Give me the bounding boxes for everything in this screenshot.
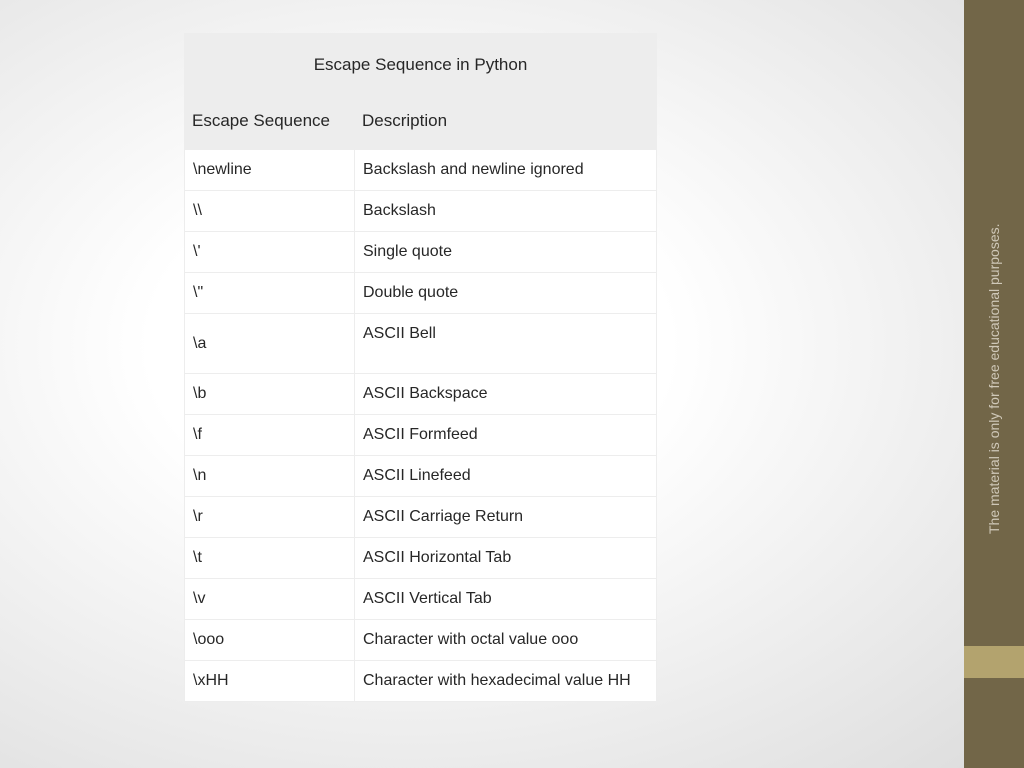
table-row: \n ASCII Linefeed xyxy=(185,456,657,497)
header-escape-sequence: Escape Sequence xyxy=(184,97,354,149)
cell-description: Backslash and newline ignored xyxy=(355,150,657,191)
cell-description: Character with octal value ooo xyxy=(355,620,657,661)
table-row: \a ASCII Bell xyxy=(185,314,657,374)
table-row: \" Double quote xyxy=(185,273,657,314)
escape-sequence-table: \newline Backslash and newline ignored \… xyxy=(184,149,657,702)
slide: Escape Sequence in Python Escape Sequenc… xyxy=(0,0,1024,768)
cell-description: ASCII Carriage Return xyxy=(355,497,657,538)
table-container: Escape Sequence in Python Escape Sequenc… xyxy=(184,33,657,702)
sidebar-accent xyxy=(964,646,1024,678)
table-header-row: Escape Sequence Description xyxy=(184,97,657,149)
cell-description: ASCII Horizontal Tab xyxy=(355,538,657,579)
table-row: \f ASCII Formfeed xyxy=(185,415,657,456)
cell-description: ASCII Formfeed xyxy=(355,415,657,456)
cell-description: Backslash xyxy=(355,191,657,232)
table-title: Escape Sequence in Python xyxy=(184,33,657,97)
table-row: \ooo Character with octal value ooo xyxy=(185,620,657,661)
cell-description: ASCII Linefeed xyxy=(355,456,657,497)
cell-sequence: \' xyxy=(185,232,355,273)
cell-description: ASCII Backspace xyxy=(355,374,657,415)
cell-sequence: \b xyxy=(185,374,355,415)
table-row: \xHH Character with hexadecimal value HH xyxy=(185,661,657,702)
table-row: \newline Backslash and newline ignored xyxy=(185,150,657,191)
cell-description: Character with hexadecimal value HH xyxy=(355,661,657,702)
header-description: Description xyxy=(354,97,657,149)
sidebar: The material is only for free educationa… xyxy=(964,0,1024,768)
cell-sequence: \\ xyxy=(185,191,355,232)
sidebar-note: The material is only for free educationa… xyxy=(985,234,1003,534)
cell-sequence: \a xyxy=(185,314,355,374)
cell-sequence: \newline xyxy=(185,150,355,191)
cell-sequence: \n xyxy=(185,456,355,497)
cell-sequence: \" xyxy=(185,273,355,314)
table-row: \' Single quote xyxy=(185,232,657,273)
table-row: \\ Backslash xyxy=(185,191,657,232)
table-row: \r ASCII Carriage Return xyxy=(185,497,657,538)
cell-description: Double quote xyxy=(355,273,657,314)
cell-sequence: \ooo xyxy=(185,620,355,661)
cell-sequence: \t xyxy=(185,538,355,579)
cell-sequence: \v xyxy=(185,579,355,620)
cell-sequence: \xHH xyxy=(185,661,355,702)
table-row: \v ASCII Vertical Tab xyxy=(185,579,657,620)
table-row: \b ASCII Backspace xyxy=(185,374,657,415)
cell-description: Single quote xyxy=(355,232,657,273)
cell-description: ASCII Bell xyxy=(355,314,657,374)
cell-sequence: \r xyxy=(185,497,355,538)
cell-sequence: \f xyxy=(185,415,355,456)
cell-description: ASCII Vertical Tab xyxy=(355,579,657,620)
table-row: \t ASCII Horizontal Tab xyxy=(185,538,657,579)
